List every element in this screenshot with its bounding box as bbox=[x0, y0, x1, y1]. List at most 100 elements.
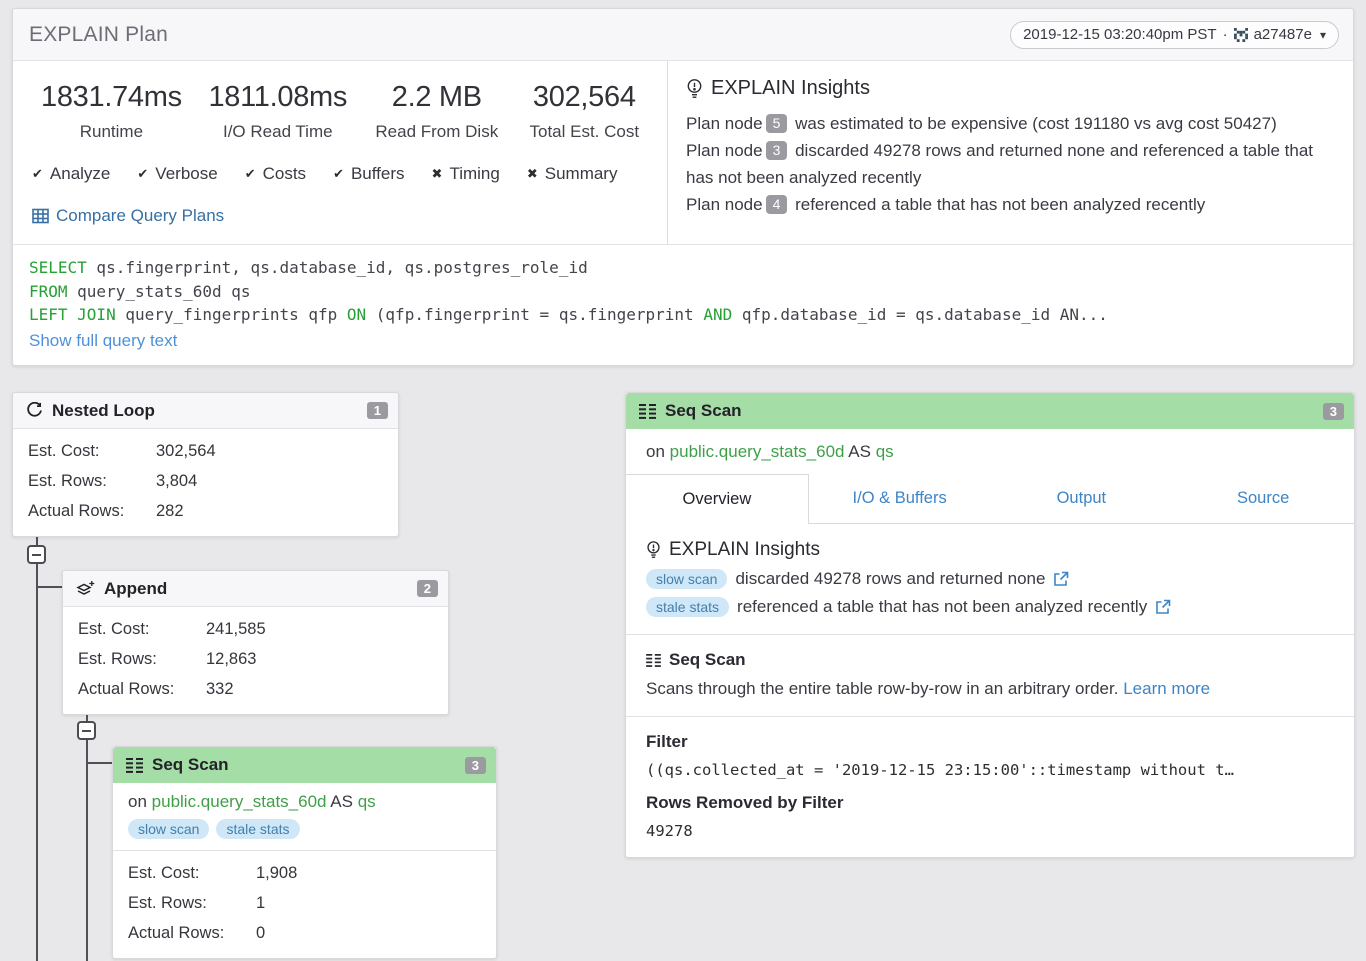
node-card-header: Append 2 bbox=[63, 571, 448, 607]
check-icon: ✔ bbox=[333, 166, 344, 182]
tag-stale-stats: stale stats bbox=[646, 597, 729, 617]
sql-line: FROM query_stats_60d qs bbox=[29, 280, 1337, 304]
alias-link[interactable]: qs bbox=[358, 792, 376, 811]
metric-runtime: 1831.74ms Runtime bbox=[29, 81, 194, 142]
sql-line: LEFT JOIN query_fingerprints qfp ON (qfp… bbox=[29, 303, 1337, 327]
metric-read-from-disk: 2.2 MB Read From Disk bbox=[362, 81, 512, 142]
plan-node-badge[interactable]: 4 bbox=[766, 195, 788, 214]
check-icon: ✔ bbox=[137, 166, 148, 182]
option-analyze: ✔Analyze bbox=[32, 164, 110, 184]
filter-section: Filter ((qs.collected_at = '2019-12-15 2… bbox=[626, 716, 1354, 857]
node-card-header: Seq Scan 3 bbox=[113, 747, 496, 783]
plan-stats-column: 1831.74ms Runtime 1811.08ms I/O Read Tim… bbox=[13, 61, 668, 244]
loop-icon bbox=[26, 402, 43, 419]
tree-connector-line bbox=[87, 762, 113, 764]
node-number-badge: 2 bbox=[417, 580, 438, 597]
tab-overview[interactable]: Overview bbox=[626, 474, 809, 524]
option-buffers: ✔Buffers bbox=[333, 164, 404, 184]
plan-node-card-append[interactable]: Append 2 Est. Cost:241,585 Est. Rows:12,… bbox=[62, 570, 449, 715]
metrics-row: 1831.74ms Runtime 1811.08ms I/O Read Tim… bbox=[29, 81, 657, 142]
table-link[interactable]: public.query_stats_60d bbox=[670, 442, 845, 461]
node-stat-row: Actual Rows:332 bbox=[78, 674, 433, 704]
explain-options-row: ✔Analyze ✔Verbose ✔Costs ✔Buffers ✖Timin… bbox=[29, 164, 657, 184]
panel-header: EXPLAIN Plan 2019-12-15 03:20:40pm PST ·… bbox=[13, 9, 1353, 61]
node-doc-description: Scans through the entire table row-by-ro… bbox=[646, 679, 1334, 699]
node-stat-row: Est. Rows:12,863 bbox=[78, 644, 433, 674]
node-stat-row: Est. Rows:3,804 bbox=[28, 466, 383, 496]
tag-slow-scan: slow scan bbox=[646, 569, 727, 589]
learn-more-link[interactable]: Learn more bbox=[1123, 679, 1210, 698]
insights-title: EXPLAIN Insights bbox=[686, 77, 1333, 100]
external-link-icon[interactable] bbox=[1053, 571, 1069, 587]
filter-title: Filter bbox=[646, 732, 1334, 752]
node-number-badge: 3 bbox=[1323, 403, 1344, 420]
node-card-header: Nested Loop 1 bbox=[13, 393, 398, 429]
node-stat-row: Est. Cost:302,564 bbox=[28, 436, 383, 466]
detail-insights-section: EXPLAIN Insights slow scan discarded 492… bbox=[626, 524, 1354, 634]
plan-node-card-nested-loop[interactable]: Nested Loop 1 Est. Cost:302,564 Est. Row… bbox=[12, 392, 399, 537]
plan-fingerprint: a27487e bbox=[1254, 26, 1312, 43]
lightbulb-icon bbox=[646, 540, 661, 560]
metric-total-est-cost: 302,564 Total Est. Cost bbox=[512, 81, 657, 142]
plan-node-badge[interactable]: 3 bbox=[766, 141, 788, 160]
node-doc-title: Seq Scan bbox=[646, 650, 1334, 670]
detail-header: Seq Scan 3 bbox=[626, 393, 1354, 429]
node-stat-row: Est. Cost:241,585 bbox=[78, 614, 433, 644]
node-tags: slow scan stale stats bbox=[113, 812, 496, 851]
option-verbose: ✔Verbose bbox=[137, 164, 217, 184]
plan-node-badge[interactable]: 5 bbox=[766, 114, 788, 133]
check-icon: ✔ bbox=[245, 166, 256, 182]
fingerprint-identicon-icon bbox=[1234, 28, 1248, 42]
node-doc-section: Seq Scan Scans through the entire table … bbox=[626, 634, 1354, 716]
detail-insight-item: stale stats referenced a table that has … bbox=[646, 597, 1334, 617]
tab-source[interactable]: Source bbox=[1172, 474, 1354, 524]
node-stat-row: Est. Rows:1 bbox=[128, 888, 481, 918]
cross-icon: ✖ bbox=[527, 166, 538, 182]
plan-selector-button[interactable]: 2019-12-15 03:20:40pm PST · a27487e ▾ bbox=[1010, 21, 1339, 49]
collapse-node-button[interactable] bbox=[77, 721, 96, 740]
show-full-query-link[interactable]: Show full query text bbox=[29, 331, 177, 351]
insight-item: Plan node5 was estimated to be expensive… bbox=[686, 110, 1333, 137]
append-layers-icon bbox=[76, 580, 95, 597]
option-costs: ✔Costs bbox=[245, 164, 306, 184]
explain-insights-summary: EXPLAIN Insights Plan node5 was estimate… bbox=[668, 61, 1353, 244]
collapse-node-button[interactable] bbox=[27, 545, 46, 564]
query-text-section: SELECT qs.fingerprint, qs.database_id, q… bbox=[13, 244, 1353, 365]
metric-io-read-time: 1811.08ms I/O Read Time bbox=[194, 81, 362, 142]
option-timing: ✖Timing bbox=[432, 164, 500, 184]
node-table-reference: on public.query_stats_60d AS qs bbox=[113, 783, 496, 812]
page-title: EXPLAIN Plan bbox=[29, 23, 168, 47]
explain-plan-panel: EXPLAIN Plan 2019-12-15 03:20:40pm PST ·… bbox=[12, 8, 1354, 366]
tab-io-buffers[interactable]: I/O & Buffers bbox=[809, 474, 991, 524]
chevron-down-icon: ▾ bbox=[1320, 28, 1326, 42]
seq-scan-rows-icon bbox=[639, 404, 656, 419]
cross-icon: ✖ bbox=[432, 166, 443, 182]
tab-output[interactable]: Output bbox=[991, 474, 1173, 524]
tree-connector-line bbox=[86, 702, 88, 961]
seq-scan-rows-icon bbox=[646, 654, 661, 667]
plan-node-card-seq-scan[interactable]: Seq Scan 3 on public.query_stats_60d AS … bbox=[112, 746, 497, 959]
lightbulb-icon bbox=[686, 78, 703, 100]
tree-connector-line bbox=[36, 524, 38, 961]
tag-slow-scan: slow scan bbox=[128, 819, 209, 839]
sql-line: SELECT qs.fingerprint, qs.database_id, q… bbox=[29, 256, 1337, 280]
insight-item: Plan node4 referenced a table that has n… bbox=[686, 191, 1333, 218]
detail-table-reference: on public.query_stats_60d AS qs bbox=[626, 429, 1354, 474]
node-number-badge: 3 bbox=[465, 757, 486, 774]
node-stat-row: Est. Cost:1,908 bbox=[128, 858, 481, 888]
detail-insights-title: EXPLAIN Insights bbox=[646, 539, 1334, 561]
compare-query-plans-link[interactable]: Compare Query Plans bbox=[29, 206, 657, 226]
insight-item: Plan node3 discarded 49278 rows and retu… bbox=[686, 137, 1333, 191]
option-summary: ✖Summary bbox=[527, 164, 618, 184]
tag-stale-stats: stale stats bbox=[216, 819, 299, 839]
check-icon: ✔ bbox=[32, 166, 43, 182]
alias-link[interactable]: qs bbox=[876, 442, 894, 461]
filter-expression: ((qs.collected_at = '2019-12-15 23:15:00… bbox=[646, 761, 1334, 779]
detail-tabs: Overview I/O & Buffers Output Source bbox=[626, 474, 1354, 524]
rows-removed-value: 49278 bbox=[646, 822, 1334, 840]
node-number-badge: 1 bbox=[367, 402, 388, 419]
table-link[interactable]: public.query_stats_60d bbox=[152, 792, 327, 811]
plan-timestamp: 2019-12-15 03:20:40pm PST bbox=[1023, 26, 1216, 43]
external-link-icon[interactable] bbox=[1155, 599, 1171, 615]
seq-scan-rows-icon bbox=[126, 758, 143, 773]
